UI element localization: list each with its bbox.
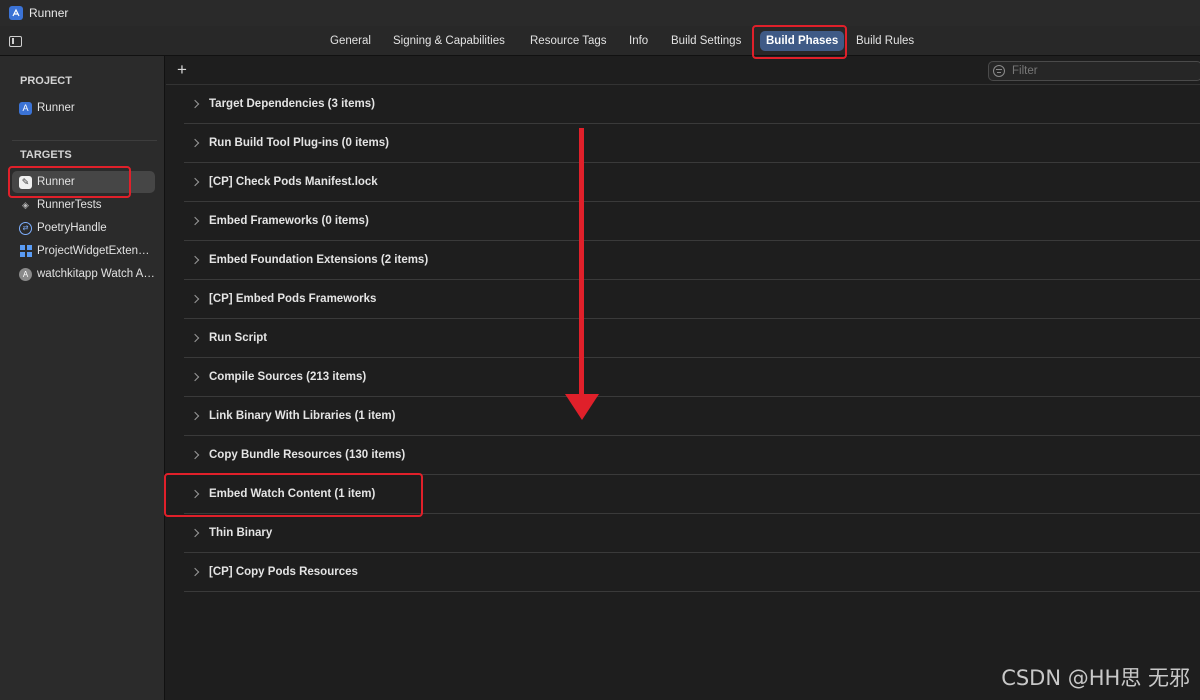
chevron-right-icon[interactable]: [192, 139, 200, 147]
sidebar-divider: [12, 140, 157, 141]
chevron-right-icon[interactable]: [192, 568, 200, 576]
build-phase-title: [CP] Embed Pods Frameworks: [209, 293, 377, 305]
build-phase-row[interactable]: Link Binary With Libraries (1 item): [184, 397, 1200, 436]
build-phase-row[interactable]: Embed Foundation Extensions (2 items): [184, 241, 1200, 280]
xcode-project-icon: A: [19, 101, 32, 115]
annotation-arrow-down-icon: [565, 394, 599, 420]
tab-resource-tags[interactable]: Resource Tags: [524, 31, 613, 51]
sidebar-item-label: PoetryHandle: [37, 222, 107, 234]
tab-signing-capabilities[interactable]: Signing & Capabilities: [387, 31, 511, 51]
project-section-title: PROJECT: [20, 75, 72, 87]
chevron-right-icon[interactable]: [192, 100, 200, 108]
filter-input[interactable]: [1010, 64, 1190, 78]
sidebar-item-label: ProjectWidgetExtension: [37, 245, 155, 257]
build-phase-title: Embed Foundation Extensions (2 items): [209, 254, 429, 266]
highlight-box-runner-target: [8, 166, 131, 198]
build-phase-row[interactable]: [CP] Embed Pods Frameworks: [184, 280, 1200, 319]
tab-build-settings[interactable]: Build Settings: [665, 31, 747, 51]
tab-build-rules[interactable]: Build Rules: [850, 31, 920, 51]
xcode-app-icon: [9, 6, 23, 20]
annotation-arrow-shaft: [579, 128, 584, 396]
watch-app-icon: A: [19, 267, 32, 281]
extension-target-icon: ⇄: [19, 221, 32, 235]
build-phase-title: Run Script: [209, 332, 268, 344]
sidebar-item-label: watchkitapp Watch App: [37, 268, 155, 280]
build-phase-row[interactable]: Thin Binary: [184, 514, 1200, 553]
build-phase-title: Thin Binary: [209, 527, 273, 539]
build-phases-editor: + Target Dependencies (3 items) Run Buil…: [166, 56, 1200, 700]
sidebar-item-label: Runner: [37, 102, 75, 114]
widget-target-icon: [19, 245, 32, 258]
build-phase-row[interactable]: [CP] Check Pods Manifest.lock: [184, 163, 1200, 202]
build-phase-title: Link Binary With Libraries (1 item): [209, 410, 396, 422]
project-navigator-sidebar: PROJECT A Runner TARGETS ✎ Runner ◈ Runn…: [0, 56, 165, 700]
build-phase-title: Copy Bundle Resources (130 items): [209, 449, 406, 461]
build-phase-row[interactable]: Copy Bundle Resources (130 items): [184, 436, 1200, 475]
build-phase-row[interactable]: Run Build Tool Plug-ins (0 items): [184, 124, 1200, 163]
chevron-right-icon[interactable]: [192, 373, 200, 381]
tab-general[interactable]: General: [324, 31, 377, 51]
sidebar-item-target-projectwidgetextension[interactable]: ProjectWidgetExtension: [12, 240, 155, 262]
build-phase-row[interactable]: [CP] Copy Pods Resources: [184, 553, 1200, 592]
window-title: Runner: [29, 6, 69, 20]
sidebar-item-target-poetryhandle[interactable]: ⇄ PoetryHandle: [12, 217, 155, 239]
build-phase-title: Embed Frameworks (0 items): [209, 215, 369, 227]
chevron-right-icon[interactable]: [192, 334, 200, 342]
build-phase-row[interactable]: Target Dependencies (3 items): [184, 85, 1200, 124]
sidebar-item-target-watchkitapp[interactable]: A watchkitapp Watch App: [12, 263, 155, 285]
chevron-right-icon[interactable]: [192, 217, 200, 225]
build-phase-row[interactable]: Embed Frameworks (0 items): [184, 202, 1200, 241]
chevron-right-icon[interactable]: [192, 529, 200, 537]
build-phase-title: [CP] Check Pods Manifest.lock: [209, 176, 378, 188]
build-phase-title: Target Dependencies (3 items): [209, 98, 375, 110]
editor-tab-bar: General Signing & Capabilities Resource …: [0, 26, 1200, 56]
chevron-right-icon[interactable]: [192, 412, 200, 420]
build-phase-title: [CP] Copy Pods Resources: [209, 566, 358, 578]
sidebar-toggle-icon[interactable]: [9, 36, 22, 47]
watermark: CSDN @HH思 无邪: [1001, 666, 1190, 690]
build-phase-title: Compile Sources (213 items): [209, 371, 367, 383]
highlight-box-build-phases-tab: [752, 25, 847, 59]
chevron-right-icon[interactable]: [192, 178, 200, 186]
build-phase-row[interactable]: Compile Sources (213 items): [184, 358, 1200, 397]
tab-info[interactable]: Info: [623, 31, 654, 51]
sidebar-item-project-runner[interactable]: A Runner: [12, 97, 155, 119]
build-phase-title: Run Build Tool Plug-ins (0 items): [209, 137, 389, 149]
filter-icon: [993, 65, 1005, 77]
title-bar: Runner: [0, 0, 1200, 26]
chevron-right-icon[interactable]: [192, 256, 200, 264]
targets-section-title: TARGETS: [20, 149, 72, 161]
add-build-phase-button[interactable]: +: [174, 61, 190, 78]
filter-field[interactable]: [988, 61, 1200, 81]
sidebar-item-label: RunnerTests: [37, 199, 102, 211]
chevron-right-icon[interactable]: [192, 451, 200, 459]
build-phase-row[interactable]: Run Script: [184, 319, 1200, 358]
highlight-box-embed-watch-content: [164, 473, 423, 517]
test-target-icon: ◈: [22, 199, 29, 210]
chevron-right-icon[interactable]: [192, 295, 200, 303]
